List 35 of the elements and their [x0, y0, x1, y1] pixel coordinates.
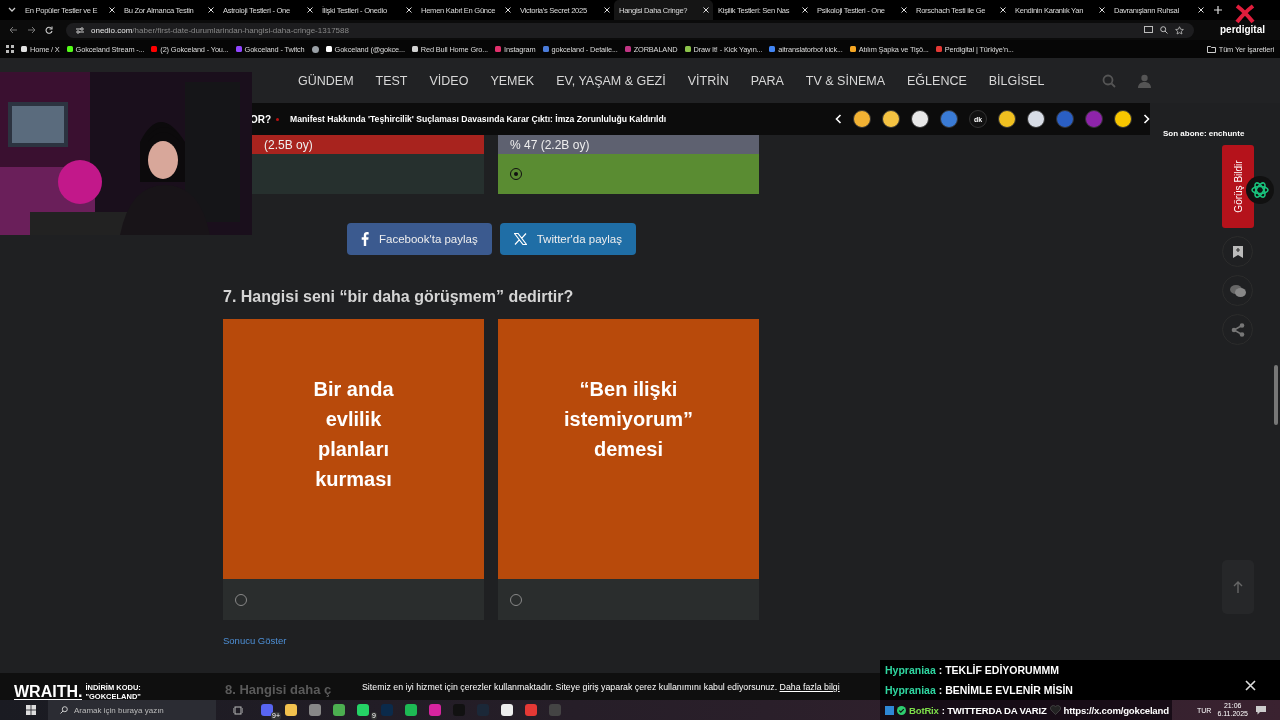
nav-link[interactable]: BİLGİSEL	[988, 73, 1045, 88]
address-field[interactable]: onedio.com/haber/first-date-durumlarindan-hangisi-daha-cringe-1317588	[66, 22, 1194, 38]
vote-count: % 47 (2.2B oy)	[510, 137, 590, 152]
nav-link[interactable]: VİTRİN	[687, 73, 729, 88]
headline-link[interactable]: Manifest Hakkında 'Teşhircilik' Suçlaması Davasında Karar Çıktı: İmza Zorunluluğu Kaldırıldı	[290, 114, 667, 124]
more-info-link[interactable]: Daha fazla bilgi	[779, 681, 840, 692]
facebook-share-button[interactable]: Facebook'ta paylaş	[347, 223, 492, 255]
chat-message: : BENİMLE EVLENİR MİSİN	[938, 684, 1073, 696]
answer-text: Bir anda evlilik planları kurması	[312, 377, 395, 492]
show-result-link[interactable]: Sonucu Göster	[223, 635, 760, 646]
chat-username: Hypraniaa	[885, 664, 936, 676]
nav-link[interactable]: VİDEO	[429, 73, 469, 88]
chat-username: BotRix	[909, 704, 939, 716]
nav-link[interactable]: EV, YAŞAM & GEZİ	[556, 73, 666, 88]
chat-message: : TWITTERDA DA VARIZ	[941, 704, 1047, 716]
chat-message: : TEKLİF EDİYORUMMM	[938, 664, 1059, 676]
nav-link[interactable]: PARA	[750, 73, 784, 88]
question-title: 7. Hangisi seni “bir daha görüşmem” dedirtir?	[223, 288, 575, 306]
cookie-notice: Sitemiz en iyi hizmet için çerezler kullanmaktadır. Siteye giriş yaparak çerez kullanımını kabul ediyorsunuz. Daha fazla bilgi	[362, 681, 840, 692]
question-title: 8. Hangisi daha ç	[225, 682, 332, 697]
twitter-share-button[interactable]: Twitter'da paylaş	[499, 223, 636, 255]
nav-link[interactable]: TV & SİNEMA	[805, 73, 886, 88]
feedback-button[interactable]: Görüş Bildir	[1222, 145, 1254, 228]
answer-text: “Ben ilişki istemiyorum” demesi	[563, 377, 694, 462]
answer-card[interactable]: Bir anda evlilik planları kurması	[223, 319, 484, 579]
nav-link[interactable]: TEST	[375, 73, 408, 88]
nav-link[interactable]: GÜNDEM	[298, 73, 354, 88]
answer-card[interactable]: “Ben ilişki istemiyorum” demesi	[498, 319, 759, 579]
taskbar-search-field[interactable]: Aramak için buraya yazın	[48, 700, 216, 720]
chat-username: Hypraniaa	[885, 684, 936, 696]
nav-link[interactable]: EĞLENCE	[907, 73, 967, 88]
perdigital-logo: perdigital	[1220, 24, 1265, 35]
vote-count: (2.5B oy)	[264, 137, 313, 152]
last-subscriber-text: Son abone: enchunte	[1163, 129, 1245, 138]
nav-link[interactable]: YEMEK	[490, 73, 535, 88]
